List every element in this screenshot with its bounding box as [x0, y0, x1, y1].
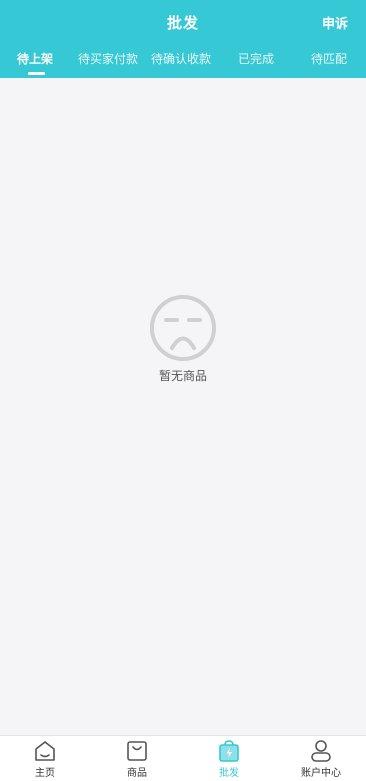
sad-face-icon — [150, 295, 216, 361]
nav-home-label: 主页 — [35, 768, 55, 779]
user-icon — [311, 740, 331, 762]
bag-icon — [127, 741, 147, 761]
tab-awaiting-payment-confirmation[interactable]: 待确认收款 — [151, 50, 211, 67]
empty-state: 暂无商品 — [0, 293, 366, 384]
nav-wholesale-label: 批发 — [219, 768, 239, 779]
nav-account-center-label: 账户中心 — [301, 768, 341, 779]
wholesale-bag-icon — [219, 740, 239, 762]
nav-wholesale[interactable]: 批发 — [189, 739, 269, 779]
nav-products[interactable]: 商品 — [97, 739, 177, 779]
header-bar: 批发 申诉 待上架 待买家付款 待确认收款 已完成 待匹配 — [0, 0, 366, 78]
appeal-button[interactable]: 申诉 — [322, 13, 348, 32]
nav-account-center[interactable]: 账户中心 — [281, 739, 361, 779]
active-tab-indicator — [28, 72, 45, 75]
bottom-navigation: 主页 商品 批发 账户中心 — [0, 735, 366, 781]
nav-products-label: 商品 — [127, 768, 147, 779]
tab-pending-listing[interactable]: 待上架 — [17, 50, 53, 67]
page-title: 批发 — [166, 14, 199, 32]
tab-awaiting-buyer-payment[interactable]: 待买家付款 — [78, 50, 138, 67]
tab-completed[interactable]: 已完成 — [238, 50, 274, 67]
status-tabs: 待上架 待买家付款 待确认收款 已完成 待匹配 — [0, 50, 366, 72]
tab-awaiting-match[interactable]: 待匹配 — [311, 50, 347, 67]
empty-message: 暂无商品 — [158, 369, 207, 383]
home-icon — [35, 741, 55, 761]
nav-home[interactable]: 主页 — [5, 739, 85, 779]
